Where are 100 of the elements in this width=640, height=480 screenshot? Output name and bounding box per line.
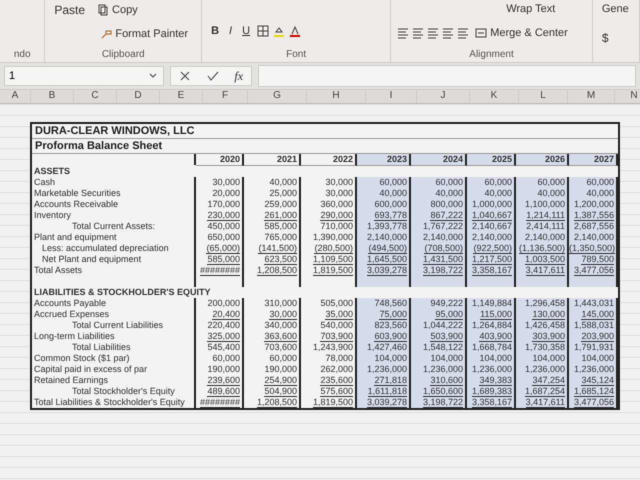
table-cell: 203,900 (569, 331, 618, 342)
table-cell: 867,222 (411, 210, 467, 221)
column-header[interactable]: D (117, 90, 160, 103)
column-header[interactable]: M (568, 90, 615, 103)
column-header[interactable]: J (417, 90, 470, 103)
column-header[interactable]: C (74, 90, 117, 103)
group-label: ndo (14, 49, 31, 60)
table-cell: 130,000 (516, 309, 569, 320)
table-cell: 145,000 (569, 309, 618, 320)
borders-icon[interactable] (257, 24, 270, 36)
column-header[interactable]: A (0, 90, 31, 103)
year-header: 2022 (301, 154, 357, 166)
table-cell: 3,039,278 (357, 397, 411, 408)
insert-function-button[interactable]: fx (234, 68, 244, 84)
table-cell: 104,000 (569, 353, 618, 364)
align-icon[interactable] (412, 26, 424, 38)
table-cell: 40,000 (467, 188, 516, 199)
table-cell: 1,393,778 (357, 221, 411, 232)
table-cell: 3,477,056 (569, 397, 618, 408)
table-cell: 1,000,000 (467, 199, 516, 210)
section-heading: ASSETS (33, 166, 72, 177)
table-cell: 2,140,000 (516, 232, 569, 243)
company-title: DURA-CLEAR WINDOWS, LLC (32, 124, 618, 139)
paste-button[interactable]: Paste (51, 2, 88, 18)
table-cell: 1,791,931 (569, 342, 618, 353)
table-cell: 95,000 (411, 309, 467, 320)
merge-icon[interactable] (475, 26, 488, 38)
column-header[interactable]: I (366, 90, 417, 103)
table-cell: (922,500) (467, 243, 516, 254)
table-cell: 2,687,556 (569, 221, 618, 232)
column-header[interactable]: B (31, 90, 74, 103)
table-cell: 1,236,000 (357, 364, 411, 375)
table-cell: 104,000 (357, 353, 411, 364)
font-color-icon[interactable] (289, 24, 302, 36)
table-cell: 3,039,278 (357, 265, 411, 276)
table-cell: 3,417,611 (516, 265, 569, 276)
table-cell: 3,358,167 (467, 397, 516, 408)
align-icon[interactable] (427, 26, 440, 38)
year-header: 2021 (244, 154, 301, 166)
table-cell: 60,000 (569, 177, 618, 188)
table-cell: 1,443,031 (569, 298, 618, 309)
table-cell: 1,296,458 (516, 298, 569, 309)
table-cell: 1,236,000 (467, 364, 516, 375)
table-cell: 60,000 (411, 177, 467, 188)
table-cell: 1,003,500 (516, 254, 569, 265)
number-format-dropdown[interactable]: Gene (598, 2, 633, 16)
format-painter-button[interactable]: Format Painter (97, 26, 192, 40)
table-cell: 949,222 (411, 298, 467, 309)
table-cell: 1,427,460 (357, 342, 411, 353)
table-cell: 3,417,611 (516, 397, 569, 408)
column-header[interactable]: H (307, 90, 366, 103)
table-cell: 403,900 (467, 331, 516, 342)
table-cell: 60,000 (357, 177, 411, 188)
fill-color-icon[interactable] (273, 24, 286, 36)
italic-button[interactable]: I (226, 24, 236, 38)
year-header: 2026 (516, 154, 569, 166)
group-label: Alignment (469, 49, 514, 60)
column-header[interactable]: G (248, 90, 307, 103)
table-cell: 1,387,556 (569, 210, 618, 221)
copy-icon[interactable] (97, 4, 110, 16)
table-cell: 1,685,124 (569, 386, 618, 397)
table-cell: 40,000 (569, 188, 618, 199)
currency-button[interactable]: $ (598, 30, 633, 46)
table-cell: 1,767,222 (411, 221, 467, 232)
table-cell: 1,100,000 (516, 199, 569, 210)
table-cell: 800,000 (411, 199, 467, 210)
year-header: 2020 (196, 154, 244, 166)
cancel-icon[interactable] (178, 70, 191, 82)
align-icon[interactable] (397, 26, 410, 38)
column-header[interactable]: K (470, 90, 519, 103)
table-cell: 1,645,500 (357, 254, 411, 265)
table-cell: 2,140,000 (411, 232, 467, 243)
table-cell: 1,687,254 (516, 386, 569, 397)
checkmark-icon[interactable] (206, 70, 219, 82)
column-header[interactable]: F (203, 90, 248, 103)
column-header[interactable]: L (519, 90, 568, 103)
column-header[interactable]: E (160, 90, 203, 103)
copy-button[interactable]: Copy (94, 3, 141, 17)
table-cell: 1,264,884 (467, 320, 516, 331)
formula-input[interactable] (258, 65, 636, 87)
column-header[interactable]: N (615, 90, 640, 103)
underline-button[interactable]: U (239, 24, 254, 38)
align-icon[interactable] (442, 26, 454, 38)
table-cell: 104,000 (516, 353, 569, 364)
paintbrush-icon[interactable] (100, 28, 112, 40)
name-box[interactable]: 1 (4, 66, 164, 86)
wrap-text-button[interactable]: Wrap Text (503, 2, 558, 16)
table-cell: 1,044,222 (411, 320, 467, 331)
align-icon[interactable] (457, 26, 470, 38)
bold-button[interactable]: B (208, 24, 222, 38)
table-cell: 2,140,000 (569, 232, 618, 243)
table-cell: 40,000 (411, 188, 467, 199)
table-cell: 347,254 (516, 375, 569, 386)
table-cell: 104,000 (467, 353, 516, 364)
merge-center-button[interactable]: Merge & Center (472, 26, 571, 40)
group-label: Font (286, 49, 306, 60)
table-cell: (708,500) (411, 243, 467, 254)
table-cell: 1,431,500 (411, 254, 467, 265)
table-cell: (1,350,500) (569, 243, 618, 254)
table-cell: 1,217,500 (467, 254, 516, 265)
